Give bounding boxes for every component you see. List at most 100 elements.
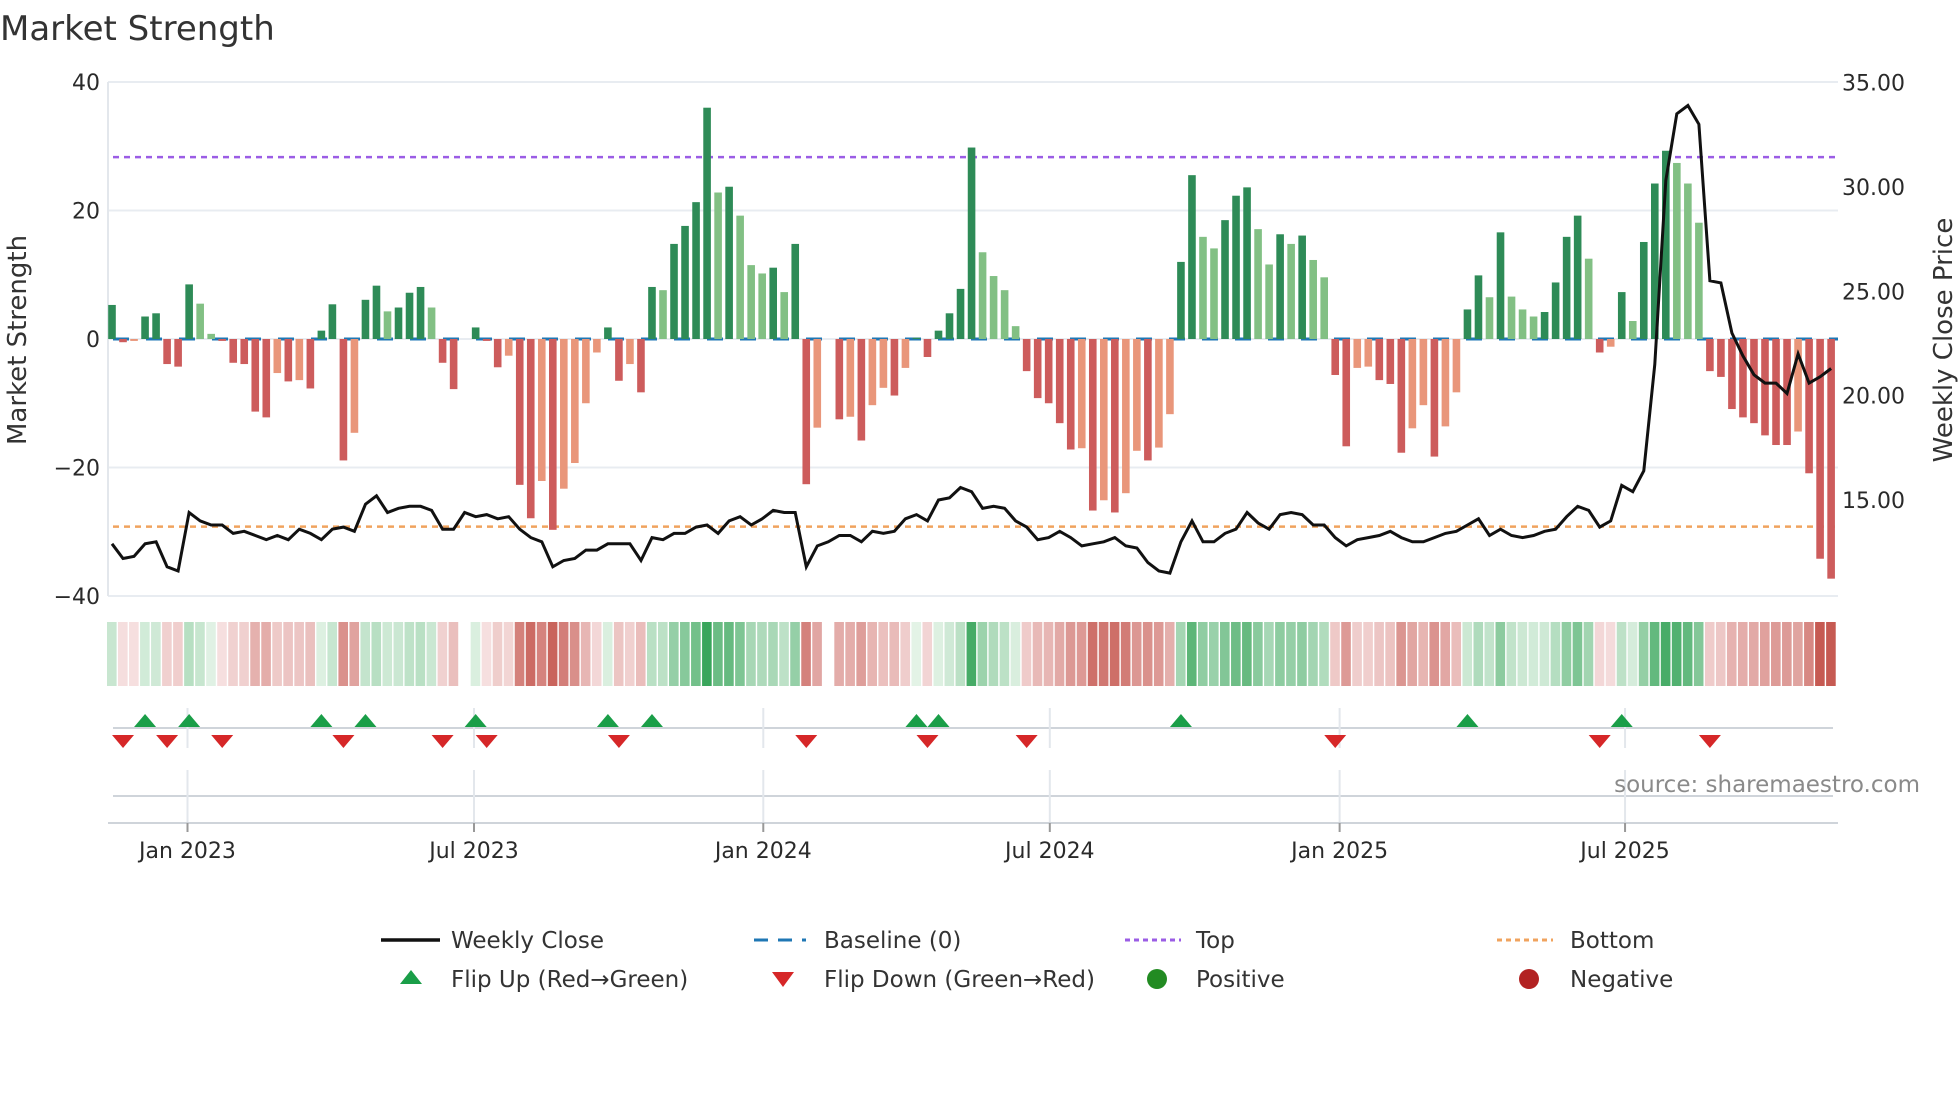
strip-cell [602,622,613,686]
strip-cell [1495,622,1506,686]
strip-cell [658,622,668,686]
strip-cell [338,622,349,686]
strip-cell [988,622,999,686]
negative-bar [174,339,182,367]
positive-bar [394,307,403,339]
strip-cell [228,622,238,686]
positive-bar [967,147,976,339]
strip-cell [1407,622,1417,686]
flip-down-marker [795,735,818,748]
strip-cell [1197,622,1208,686]
negative-bar [515,339,524,485]
right-axis-title: Weekly Close Price [1929,218,1959,463]
negative-bar [1133,339,1141,451]
strip-cell [1065,622,1076,686]
negative-bar [1706,339,1714,372]
strip-cell [525,622,536,686]
positive-bar [1221,220,1229,339]
positive-bar [1551,282,1560,339]
strip-cell [966,622,977,686]
positive-bar [758,273,766,339]
positive-bar [1684,183,1692,339]
strip-cell [129,622,139,686]
strip-cell [1087,622,1098,686]
strip-cell [669,622,679,686]
strip-cell [1043,622,1054,686]
x-tick-label: Jul 2024 [1003,839,1095,864]
positive-bar [1210,248,1218,339]
negative-bar [1111,339,1119,513]
y-tick-label: −40 [54,585,100,610]
positive-bar [1540,312,1549,339]
positive-bar [1639,241,1648,339]
strip-cell [889,622,900,686]
strip-cell [349,622,360,686]
strip-cell [371,622,382,686]
positive-bar [978,252,987,339]
legend: Weekly Close Baseline (0) Top Bottom Flip Up… [381,928,1673,993]
positive-bar [791,243,800,339]
negative-bar [537,339,546,481]
strip-cell [878,622,888,686]
negative-bar [1022,339,1031,372]
strip-cell [955,622,966,686]
negative-bar [901,339,910,368]
strip-cell [1539,622,1550,686]
flip-down-marker [211,735,234,748]
negative-bar [339,339,348,461]
negative-bar [251,339,260,412]
negative-bar [1452,339,1461,393]
strip-cell [184,622,194,686]
negative-bar [846,339,855,417]
strip-cell [1572,622,1583,686]
strip-cell [922,622,933,686]
y-tick-label: 0 [86,328,100,353]
flip-down-marker [1324,735,1347,748]
strip-cell [691,622,701,686]
negative-bar [1728,339,1736,410]
positive-bar [945,313,954,339]
strip-cell [217,622,227,686]
positive-bar [714,192,722,339]
positive-bar [934,330,943,339]
positive-bar [1485,297,1494,339]
strip-cell [845,622,855,686]
strip-cell [1704,622,1715,686]
strip-cell [261,622,271,686]
positive-bar [1573,215,1582,339]
strip-cell [1153,622,1164,686]
legend-label: Flip Up (Red→Green) [451,967,688,993]
positive-bar [1188,175,1196,339]
strip-cell [1352,622,1362,686]
y-tick-label: −20 [54,457,100,482]
strip-cell [1660,622,1671,686]
negative-bar [493,339,502,368]
legend-label: Bottom [1570,928,1654,954]
negative-bar [1717,339,1725,377]
y2-tick-label: 20.00 [1842,385,1905,410]
flip-down-marker [156,735,179,748]
strip-cell [1826,622,1836,686]
strip-cell [415,622,426,686]
strip-cell [713,622,723,686]
negative-bar [1044,339,1053,404]
negative-bar [1761,339,1769,436]
negative-bar [1033,339,1042,399]
positive-bar [207,333,215,339]
strip-cell [316,622,326,686]
strip-cell [757,622,767,686]
market-strength-chart: Market Strength 40 20 0 −20 −40 35.00 30.00 25… [0,9,1959,993]
positive-bar [1000,290,1009,339]
positive-bar [1320,277,1328,339]
negative-bar [284,339,293,382]
strip-cell [1815,622,1825,686]
negative-bar [1772,339,1780,446]
left-axis-title: Market Strength [3,235,33,445]
positive-bar [604,327,612,339]
strip-cell [195,622,205,686]
strip-cell [1054,622,1065,686]
strip-cell [1594,622,1605,686]
flip-up-marker [310,714,333,727]
positive-bar [1584,258,1593,339]
legend-label: Flip Down (Green→Red) [824,967,1095,993]
